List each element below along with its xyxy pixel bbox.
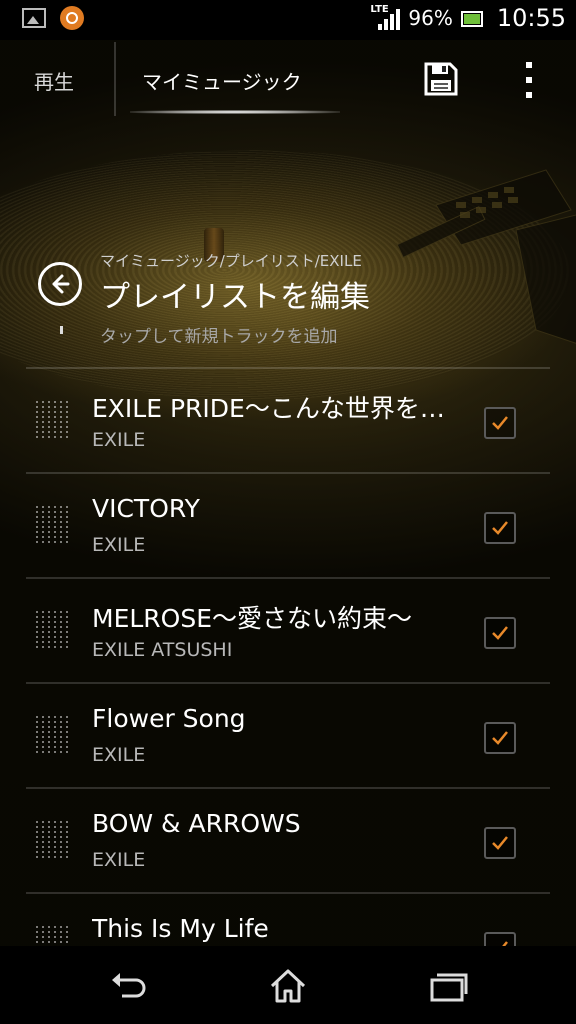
overflow-dot-icon	[526, 77, 532, 83]
track-checkbox[interactable]	[484, 512, 516, 544]
back-icon	[112, 973, 146, 998]
drag-handle-icon[interactable]	[36, 506, 70, 546]
track-checkbox[interactable]	[484, 617, 516, 649]
nav-recent-apps-button[interactable]	[428, 966, 468, 1006]
home-icon	[270, 969, 306, 1003]
checkmark-icon	[492, 836, 508, 850]
drag-handle-icon[interactable]	[36, 716, 70, 756]
back-arrow-icon	[52, 274, 70, 294]
battery-charging-icon	[460, 11, 483, 27]
tab-play[interactable]: 再生	[34, 66, 74, 95]
track-row[interactable]: EXILE PRIDE～こんな世界を… EXILE	[26, 367, 550, 472]
navigation-bar	[0, 946, 576, 1024]
track-artist: EXILE	[92, 744, 146, 766]
save-icon	[424, 62, 458, 96]
track-title: MELROSE～愛さない約束～	[92, 604, 413, 633]
track-artist: EXILE	[92, 849, 146, 871]
track-title: BOW & ARROWS	[92, 809, 301, 838]
checkmark-icon	[492, 731, 508, 745]
overflow-dot-icon	[526, 92, 532, 98]
tab-my-music[interactable]: マイミュージック	[142, 66, 302, 95]
clock: 10:55	[496, 4, 566, 32]
track-row[interactable]: BOW & ARROWS EXILE	[26, 787, 550, 892]
page-title: プレイリストを編集	[100, 280, 370, 315]
nav-back-button[interactable]	[108, 966, 148, 1006]
recent-apps-icon	[430, 973, 468, 1002]
track-title: EXILE PRIDE～こんな世界を…	[92, 394, 445, 423]
track-list: EXILE PRIDE～こんな世界を… EXILE VICTORY EXILE …	[26, 367, 550, 997]
picture-notification-icon	[22, 8, 46, 28]
track-title: This Is My Life	[92, 914, 269, 943]
screen: LTE 96% 10:55 再生 マイミュージック マイミュージック/プレイリス…	[0, 0, 576, 1024]
back-button[interactable]	[38, 262, 82, 306]
track-title: Flower Song	[92, 704, 246, 733]
overflow-menu-button[interactable]	[522, 62, 536, 98]
drag-handle-icon[interactable]	[36, 611, 70, 651]
track-row[interactable]: VICTORY EXILE	[26, 472, 550, 577]
tonearm-decoration	[396, 169, 576, 344]
checkmark-icon	[492, 416, 508, 430]
checkmark-icon	[492, 521, 508, 535]
signal-icon: LTE	[370, 4, 401, 32]
track-row[interactable]: Flower Song EXILE	[26, 682, 550, 787]
battery-percent: 96%	[408, 6, 453, 30]
drag-handle-icon[interactable]	[36, 821, 70, 861]
track-artist: EXILE ATSUSHI	[92, 639, 233, 661]
add-track-button[interactable]: タップして新規トラックを追加	[100, 322, 338, 347]
app-notification-icon	[60, 6, 84, 30]
indicator-mark	[60, 326, 63, 334]
overflow-dot-icon	[526, 62, 532, 68]
track-checkbox[interactable]	[484, 407, 516, 439]
checkmark-icon	[492, 626, 508, 640]
tab-divider	[114, 42, 116, 116]
track-checkbox[interactable]	[484, 827, 516, 859]
action-bar: 再生 マイミュージック	[0, 40, 576, 116]
breadcrumb: マイミュージック/プレイリスト/EXILE	[100, 252, 362, 270]
nav-home-button[interactable]	[268, 966, 308, 1006]
track-title: VICTORY	[92, 494, 200, 523]
status-bar: LTE 96% 10:55	[0, 0, 576, 40]
drag-handle-icon[interactable]	[36, 401, 70, 441]
track-artist: EXILE	[92, 534, 146, 556]
track-checkbox[interactable]	[484, 722, 516, 754]
save-button[interactable]	[422, 60, 460, 98]
track-artist: EXILE	[92, 429, 146, 451]
tab-selected-indicator	[130, 110, 340, 114]
track-row[interactable]: MELROSE～愛さない約束～ EXILE ATSUSHI	[26, 577, 550, 682]
